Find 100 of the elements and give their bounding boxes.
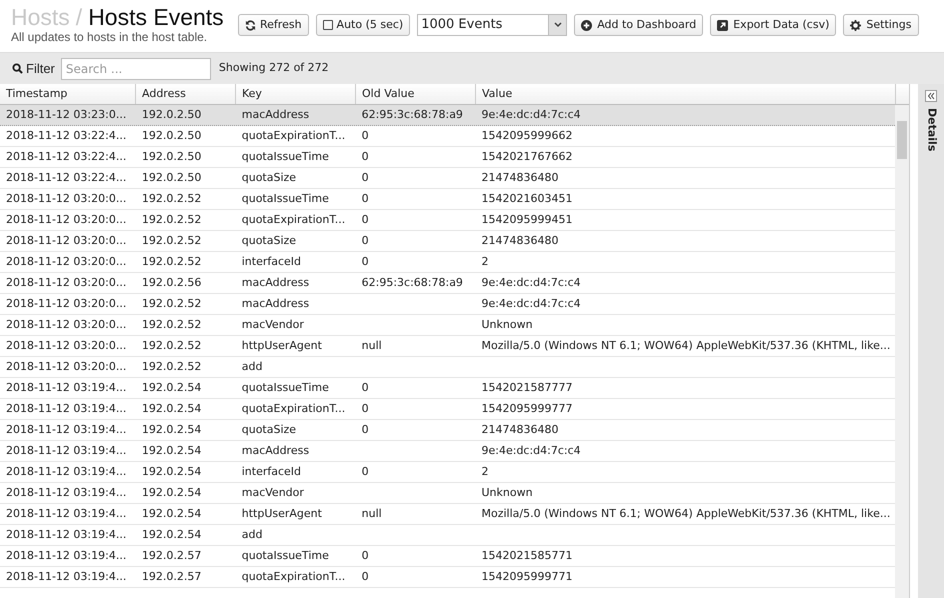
table-cell-text: 0 bbox=[362, 422, 369, 438]
table-cell-text: 192.0.2.50 bbox=[142, 170, 202, 186]
table-cell-text: macAddress bbox=[242, 274, 310, 291]
page-title: Hosts Events bbox=[88, 4, 224, 30]
breadcrumb-separator: / bbox=[76, 4, 82, 30]
table-cell-text: quotaExpirationT... bbox=[242, 212, 346, 228]
table-cell-text: Mozilla/5.0 (Windows NT 6.1; WOW64) AppleWebKit/537.36 (KHTML, like... bbox=[482, 338, 890, 354]
table-cell-text: 2018-11-12 03:22:4... bbox=[6, 128, 126, 144]
table-cell-text: 1542021767662 bbox=[482, 148, 572, 165]
table-cell-text: quotaSize bbox=[242, 232, 296, 249]
table-cell-text: 192.0.2.52 bbox=[142, 212, 202, 228]
table-cell-text: 2018-11-12 03:22:4... bbox=[6, 170, 126, 186]
column-header[interactable]: Key bbox=[236, 84, 356, 104]
table-cell-text: 0 bbox=[362, 148, 369, 165]
external-link-icon bbox=[717, 20, 728, 30]
table-cell-text: 192.0.2.54 bbox=[142, 400, 202, 417]
table-cell-text: interfaceId bbox=[242, 464, 302, 480]
table-cell-text: 1542095999771 bbox=[482, 568, 572, 585]
table-cell-text: 21474836480 bbox=[482, 422, 558, 438]
table-cell-text: 192.0.2.54 bbox=[142, 484, 202, 501]
table-cell-text: quotaSize bbox=[242, 422, 296, 438]
search-field[interactable]: Search ... bbox=[60, 58, 211, 80]
table-cell-text: 2 bbox=[482, 254, 488, 270]
table-cell-text: 2018-11-12 03:20:0... bbox=[6, 316, 126, 333]
page-subtitle: All updates to hosts in the host table. bbox=[11, 30, 208, 44]
table-cell-text: 1542095999451 bbox=[482, 212, 572, 228]
column-header[interactable]: Value bbox=[476, 84, 896, 104]
table-cell-text: 2018-11-12 03:19:4... bbox=[6, 484, 126, 501]
column-header[interactable]: Old Value bbox=[356, 84, 476, 104]
table-cell-text: 192.0.2.50 bbox=[142, 106, 202, 123]
table-cell-text: 2018-11-12 03:20:0... bbox=[6, 190, 126, 207]
table-cell-text: 2018-11-12 03:20:0... bbox=[6, 274, 126, 291]
table-cell-text: 1542095999662 bbox=[482, 128, 572, 144]
table-cell-text: 0 bbox=[362, 548, 369, 564]
table-cell-text: 192.0.2.54 bbox=[142, 464, 202, 480]
events-limit-dropdown[interactable]: 1000 Events bbox=[417, 14, 568, 36]
add-to-dashboard-button[interactable]: Add to Dashboard bbox=[574, 14, 704, 36]
table-cell-text: Unknown bbox=[482, 316, 533, 333]
table-cell-text: 62:95:3c:68:78:a9 bbox=[362, 106, 463, 123]
table-cell-text: quotaIssueTime bbox=[242, 548, 329, 564]
table-cell-text: 2018-11-12 03:23:0... bbox=[6, 106, 126, 123]
table-row[interactable]: 2018-11-12 03:23:0... 192.0.2.50 macAddress 62:95:3c:68:78:a9 9e:4e:dc:d4:7c:c4 bbox=[0, 105, 896, 126]
checkbox[interactable] bbox=[322, 20, 333, 30]
table-cell-text: 0 bbox=[362, 380, 369, 396]
refresh-button[interactable]: Refresh bbox=[238, 14, 309, 36]
table-cell-text: 192.0.2.52 bbox=[142, 338, 202, 354]
table-cell-text: 1542095999777 bbox=[482, 400, 572, 417]
table-cell-text: quotaIssueTime bbox=[242, 380, 329, 396]
table-cell-text: 2018-11-12 03:22:4... bbox=[6, 148, 126, 165]
search-icon bbox=[12, 63, 23, 74]
table-cell-text: 2018-11-12 03:20:0... bbox=[6, 254, 126, 270]
table-cell-text: 9e:4e:dc:d4:7c:c4 bbox=[482, 274, 581, 291]
table-cell-text: null bbox=[362, 506, 382, 522]
table-cell-text: 2018-11-12 03:20:0... bbox=[6, 338, 126, 354]
table-cell-text: 2018-11-12 03:19:4... bbox=[6, 568, 126, 585]
scrollbar[interactable] bbox=[895, 105, 909, 598]
column-header[interactable]: Address bbox=[136, 84, 236, 104]
details-panel[interactable]: Details bbox=[918, 84, 944, 598]
table-cell-text: 192.0.2.52 bbox=[142, 232, 202, 249]
table-cell-text: 0 bbox=[362, 400, 369, 417]
table-cell-text: 0 bbox=[362, 190, 369, 207]
filter-label: Filter bbox=[26, 60, 55, 78]
table-cell-text: 192.0.2.52 bbox=[142, 296, 202, 312]
export-button[interactable]: Export Data (csv) bbox=[710, 14, 836, 36]
auto-refresh-toggle[interactable]: Auto (5 sec) bbox=[316, 14, 410, 36]
table-cell-text: quotaExpirationT... bbox=[242, 400, 346, 417]
table-cell-text: 9e:4e:dc:d4:7c:c4 bbox=[482, 442, 581, 459]
table-cell-text: macAddress bbox=[242, 442, 310, 459]
table-cell-text: 0 bbox=[362, 170, 369, 186]
table-cell-text: macAddress bbox=[242, 296, 310, 312]
table-cell-text: 21474836480 bbox=[482, 232, 558, 249]
table-cell-text: 62:95:3c:68:78:a9 bbox=[362, 274, 463, 291]
table-cell-text: 1542021603451 bbox=[482, 190, 572, 207]
table-cell-text: 0 bbox=[362, 254, 369, 270]
table-cell-text: 0 bbox=[362, 232, 369, 249]
table-cell-text: Unknown bbox=[482, 484, 533, 501]
table-cell-text: 2018-11-12 03:19:4... bbox=[6, 526, 126, 543]
column-header[interactable]: Timestamp bbox=[0, 84, 136, 104]
table-cell-text: quotaIssueTime bbox=[242, 148, 329, 165]
table-cell-text: quotaExpirationT... bbox=[242, 568, 346, 585]
table-cell-text: 0 bbox=[362, 128, 369, 144]
table-cell-text: 2018-11-12 03:20:0... bbox=[6, 232, 126, 249]
table-cell-text: 192.0.2.50 bbox=[142, 128, 202, 144]
table-cell-text: 2018-11-12 03:19:4... bbox=[6, 422, 126, 438]
settings-button[interactable]: Settings bbox=[843, 14, 918, 36]
table-cell-text: macAddress bbox=[242, 106, 310, 123]
collapse-icon[interactable] bbox=[925, 90, 937, 102]
table-cell-text: null bbox=[362, 338, 382, 354]
table-cell-text: 192.0.2.54 bbox=[142, 422, 202, 438]
table-cell-text: 192.0.2.50 bbox=[142, 148, 202, 165]
table-cell-text: 2018-11-12 03:19:4... bbox=[6, 442, 126, 459]
table-cell-text: 0 bbox=[362, 568, 369, 585]
table-cell-text: 192.0.2.54 bbox=[142, 442, 202, 459]
table-cell-text: 2018-11-12 03:20:0... bbox=[6, 212, 126, 228]
table-cell-text: quotaIssueTime bbox=[242, 190, 329, 207]
table-cell-text: add bbox=[242, 526, 262, 543]
table-cell-text: 2018-11-12 03:19:4... bbox=[6, 380, 126, 396]
table-cell-text: 0 bbox=[362, 464, 369, 480]
settings-icon bbox=[850, 20, 862, 30]
table-cell-text: add bbox=[242, 358, 262, 375]
